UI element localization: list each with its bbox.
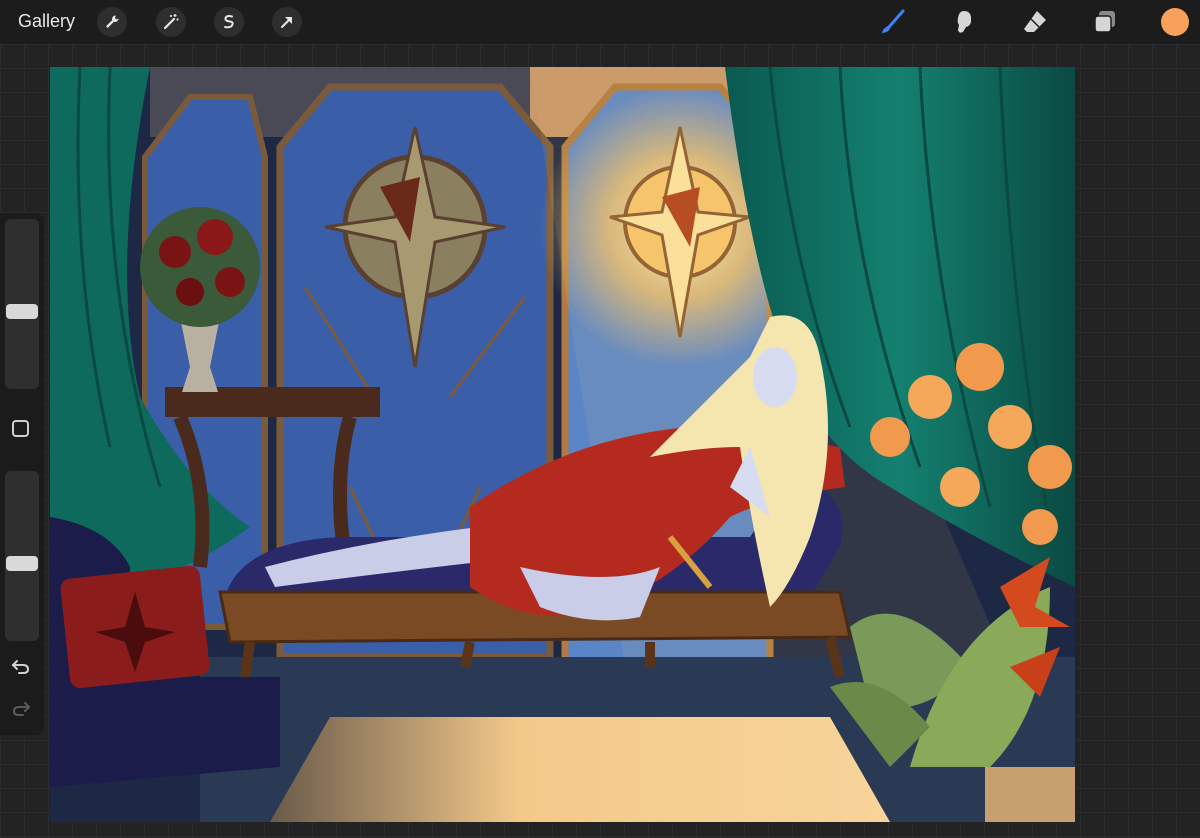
left-sidebar — [0, 213, 44, 735]
gallery-button[interactable]: Gallery — [18, 11, 75, 32]
redo-icon[interactable] — [10, 699, 32, 717]
top-toolbar: Gallery — [0, 0, 1200, 44]
opacity-slider[interactable] — [5, 471, 39, 641]
smudge-icon — [957, 11, 971, 33]
opacity-thumb[interactable] — [6, 556, 38, 571]
brush-icon — [882, 9, 905, 33]
layers-icon — [1094, 11, 1115, 33]
actions-button[interactable] — [97, 7, 127, 37]
brush-tool-button[interactable] — [878, 7, 908, 37]
brush-size-slider[interactable] — [5, 219, 39, 389]
smudge-tool-button[interactable] — [949, 7, 979, 37]
modify-button-icon[interactable] — [12, 420, 29, 437]
wrench-icon — [106, 15, 119, 28]
magic-wand-icon — [163, 14, 179, 30]
drawing-canvas[interactable] — [50, 67, 1075, 822]
brush-size-thumb[interactable] — [6, 304, 38, 319]
transform-arrow-icon — [281, 17, 292, 28]
eraser-tool-button[interactable] — [1020, 7, 1050, 37]
selection-button[interactable] — [214, 7, 244, 37]
rug — [270, 717, 890, 822]
transform-button[interactable] — [272, 7, 302, 37]
undo-icon[interactable] — [10, 657, 32, 675]
eraser-icon — [1024, 11, 1046, 32]
selection-icon — [224, 15, 234, 29]
adjustments-button[interactable] — [156, 7, 186, 37]
layers-button[interactable] — [1090, 7, 1120, 37]
color-picker-button[interactable] — [1161, 8, 1189, 36]
artwork — [50, 67, 1075, 822]
